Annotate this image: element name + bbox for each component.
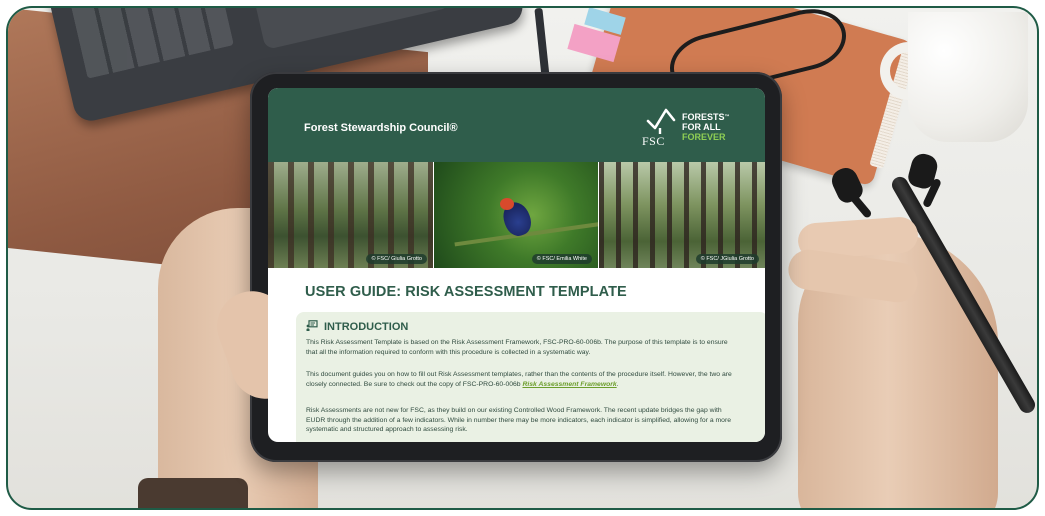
pencil: [534, 8, 550, 79]
fsc-logo: FSC FORESTS™ FOR ALL FOREVER: [638, 106, 748, 150]
photo-credit: © FSC/ Emilia White: [531, 254, 592, 264]
photo-strip: © FSC/ Giulia Grotto © FSC/ Emilia White…: [268, 162, 765, 268]
introduction-heading: INTRODUCTION: [306, 320, 408, 333]
introduction-section: INTRODUCTION This Risk Assessment Templa…: [296, 312, 765, 442]
wristwatch: [138, 478, 248, 508]
coffee-mug: [908, 12, 1028, 142]
org-name: Forest Stewardship Council®: [304, 122, 458, 134]
fsc-letters: FSC: [642, 134, 665, 148]
fsc-header-banner: Forest Stewardship Council® FSC FORESTS™…: [268, 88, 765, 162]
tagline-line-1: FORESTS™: [682, 112, 730, 122]
risk-assessment-framework-link[interactable]: Risk Assessment Framework: [522, 381, 616, 388]
document-title: USER GUIDE: RISK ASSESSMENT TEMPLATE: [305, 284, 627, 300]
photo-credit: © FSC/ JGiulia Grotto: [695, 254, 759, 264]
trademark-mark: ™: [724, 114, 730, 120]
photo-credit: © FSC/ Giulia Grotto: [366, 254, 427, 264]
forest-photo-2: © FSC/ JGiulia Grotto: [599, 162, 765, 268]
tagline-line-2: FOR ALL: [682, 122, 721, 132]
bird-head: [500, 198, 514, 210]
fsc-tagline: FORESTS™ FOR ALL FOREVER: [682, 112, 730, 142]
trackpad: [245, 8, 451, 50]
presentation-board-icon: [306, 320, 318, 331]
forest-photo-1: © FSC/ Giulia Grotto: [268, 162, 433, 268]
bird-photo: © FSC/ Emilia White: [434, 162, 598, 268]
tagline-line-3: FOREVER: [682, 132, 726, 142]
intro-paragraph-2: This document guides you on how to fill …: [306, 371, 732, 388]
intro-paragraph-3: Risk Assessments are not new for FSC, as…: [306, 407, 732, 433]
tablet-screen: Forest Stewardship Council® FSC FORESTS™…: [268, 88, 765, 442]
intro-paragraph-1: This Risk Assessment Template is based o…: [306, 339, 728, 356]
keyboard-keys: [67, 8, 234, 79]
fsc-tree-checkmark-icon: [646, 108, 676, 134]
